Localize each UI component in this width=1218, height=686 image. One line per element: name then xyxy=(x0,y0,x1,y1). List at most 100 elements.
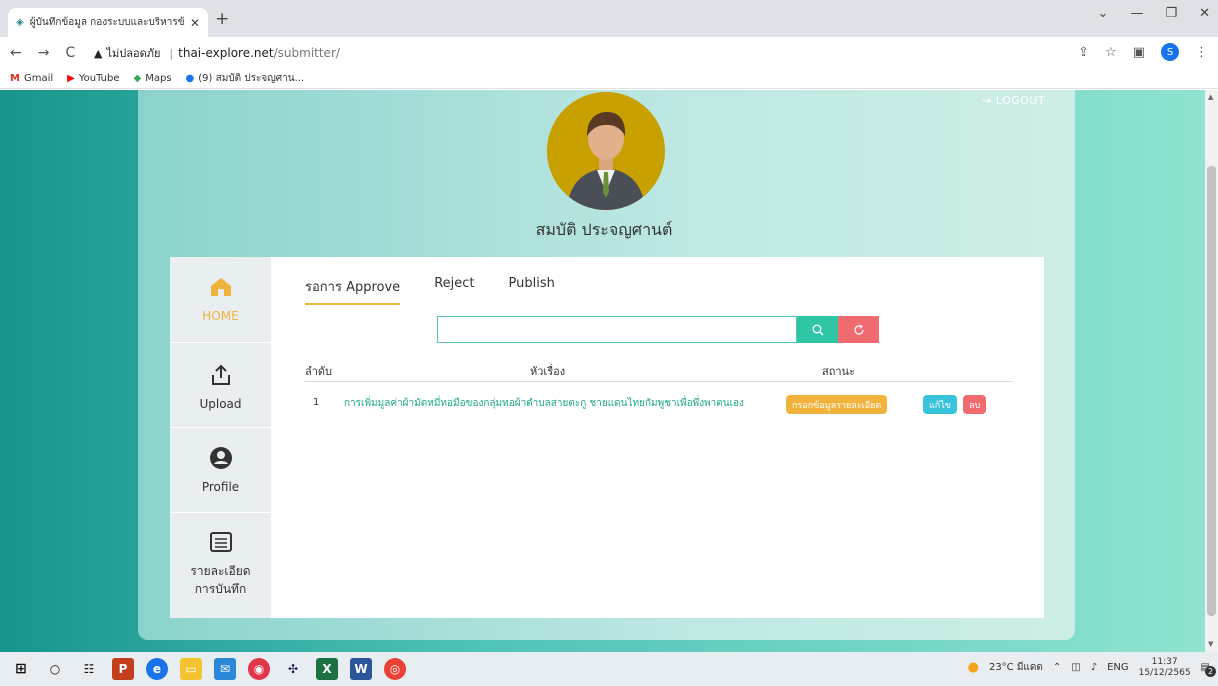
profile-avatar[interactable]: S xyxy=(1161,43,1179,61)
sidebar: HOME Upload Profile รายละเอียด การบันทึก xyxy=(170,257,271,618)
column-header-title: หัวเรื่อง xyxy=(530,365,566,378)
network-icon[interactable]: ◫ xyxy=(1071,662,1080,673)
file-explorer-icon[interactable]: ▭ xyxy=(180,658,202,680)
logout-label: LOGOUT xyxy=(995,94,1046,107)
bookmark-youtube[interactable]: ▶ YouTube xyxy=(67,73,119,84)
url-divider: | xyxy=(169,46,174,60)
sidebar-item-label: Upload xyxy=(199,397,242,411)
start-icon[interactable]: ⊞ xyxy=(10,658,32,680)
details-icon xyxy=(209,532,232,552)
task-view-icon[interactable]: ☷ xyxy=(78,658,100,680)
reload-button[interactable]: C xyxy=(65,45,75,61)
menu-kebab-icon[interactable]: ⋮ xyxy=(1195,45,1208,60)
edge-icon[interactable]: e xyxy=(146,658,168,680)
browser-tab-strip: ◈ ผู้บันทึกข้อมูล กองระบบและบริหารข้อมู … xyxy=(0,0,1218,37)
bookmark-maps[interactable]: ◆ Maps xyxy=(134,73,172,84)
tray-chevron-icon[interactable]: ⌃ xyxy=(1053,662,1061,673)
back-button[interactable]: ← xyxy=(10,45,22,61)
bookmark-facebook[interactable]: ● (9) สมบัติ ประจญศาน... xyxy=(186,71,305,86)
gmail-icon: M xyxy=(10,73,20,84)
sidebar-item-label: HOME xyxy=(202,309,239,323)
chrome-icon[interactable]: ◎ xyxy=(384,658,406,680)
sidebar-item-label: Profile xyxy=(201,480,240,494)
profile-icon xyxy=(209,447,232,469)
window-controls: ⌄ — ❐ ✕ xyxy=(1098,6,1210,21)
system-tray: ● 23°C มีแดด ⌃ ◫ ♪ ENG 11:37 15/12/2565 … xyxy=(968,657,1216,679)
bookmark-label: Maps xyxy=(145,73,172,84)
url-omnibox[interactable]: ▲ ไม่ปลอดภัย | thai-explore.net/submitte… xyxy=(94,41,1074,65)
edit-button[interactable]: แก้ไข xyxy=(923,395,957,414)
powerpoint-icon[interactable]: P xyxy=(112,658,134,680)
dropbox-icon[interactable]: ✣ xyxy=(282,658,304,680)
mail-icon[interactable]: ✉ xyxy=(214,658,236,680)
column-header-status: สถานะ xyxy=(822,365,855,378)
tab-reject[interactable]: Reject xyxy=(434,276,474,305)
row-index: 1 xyxy=(313,397,320,408)
store-icon[interactable]: ◉ xyxy=(248,658,270,680)
search-icon xyxy=(812,324,823,335)
minimize-button[interactable]: — xyxy=(1130,6,1143,21)
search-taskbar-icon[interactable]: ○ xyxy=(44,658,66,680)
scroll-thumb[interactable] xyxy=(1207,166,1216,616)
page-scrollbar[interactable]: ▲ ▼ xyxy=(1205,90,1218,652)
sidebar-item-profile[interactable]: Profile xyxy=(170,446,271,496)
refresh-icon xyxy=(853,323,864,335)
excel-icon[interactable]: X xyxy=(316,658,338,680)
sidebar-divider xyxy=(170,427,271,428)
volume-icon[interactable]: ♪ xyxy=(1091,662,1097,673)
logout-link[interactable]: ⇥ LOGOUT xyxy=(982,94,1045,107)
weather-label[interactable]: 23°C มีแดด xyxy=(989,660,1043,675)
sidebar-item-home[interactable]: HOME xyxy=(170,275,271,325)
word-icon[interactable]: W xyxy=(350,658,372,680)
column-header-index: ลำดับ xyxy=(305,365,333,378)
bookmark-label: Gmail xyxy=(23,73,54,84)
user-display-name: สมบัติ ประจญศานต์ xyxy=(535,220,673,239)
tab-pending-approve[interactable]: รอการ Approve xyxy=(305,276,401,305)
forward-button[interactable]: → xyxy=(38,45,50,61)
not-secure-icon: ▲ xyxy=(94,46,103,60)
close-tab-icon[interactable]: ✕ xyxy=(190,16,200,30)
side-panel-icon[interactable]: ▣ xyxy=(1133,45,1145,60)
status-badge[interactable]: กรอกข้อมูลรายละเอียด xyxy=(786,395,888,414)
clock-time: 11:37 xyxy=(1151,657,1178,667)
tab-publish[interactable]: Publish xyxy=(509,276,555,305)
table-header-divider xyxy=(305,381,1013,382)
status-tabs: รอการ Approve Reject Publish xyxy=(305,276,555,305)
url-path: /submitter/ xyxy=(273,46,340,60)
sidebar-item-upload[interactable]: Upload xyxy=(170,363,271,413)
search-input[interactable] xyxy=(437,316,797,343)
bookmarks-bar: M Gmail ▶ YouTube ◆ Maps ● (9) สมบัติ ประจญศ… xyxy=(0,69,1218,89)
sidebar-item-label: รายละเอียด การบันทึก xyxy=(190,564,251,596)
sidebar-divider xyxy=(170,512,271,513)
reset-button[interactable] xyxy=(838,316,879,343)
search-button[interactable] xyxy=(797,316,838,343)
logout-icon: ⇥ xyxy=(982,94,992,107)
businessman-avatar-icon xyxy=(547,92,665,210)
new-tab-button[interactable]: + xyxy=(215,9,229,29)
youtube-icon: ▶ xyxy=(67,73,75,84)
bookmark-label: YouTube xyxy=(78,73,120,84)
browser-tab[interactable]: ◈ ผู้บันทึกข้อมูล กองระบบและบริหารข้อมู … xyxy=(8,8,208,37)
maximize-button[interactable]: ❐ xyxy=(1165,6,1177,21)
tab-search-icon[interactable]: ⌄ xyxy=(1098,6,1109,21)
notification-icon[interactable]: ▤2 xyxy=(1201,662,1216,678)
taskbar-clock[interactable]: 11:37 15/12/2565 xyxy=(1139,657,1191,679)
scroll-up-icon[interactable]: ▲ xyxy=(1208,93,1213,101)
bookmark-gmail[interactable]: M Gmail xyxy=(10,73,53,84)
avatar xyxy=(547,92,665,210)
scroll-down-icon[interactable]: ▼ xyxy=(1208,640,1213,648)
bookmark-star-icon[interactable]: ☆ xyxy=(1105,45,1117,60)
language-indicator[interactable]: ENG xyxy=(1107,662,1129,673)
url-domain: thai-explore.net xyxy=(178,46,274,60)
sidebar-item-details[interactable]: รายละเอียด การบันทึก xyxy=(170,530,271,598)
facebook-icon: ● xyxy=(185,73,195,84)
site-favicon-icon: ◈ xyxy=(16,17,24,28)
upload-icon xyxy=(211,364,230,385)
share-icon[interactable]: ⇪ xyxy=(1078,45,1089,60)
sidebar-divider xyxy=(170,342,271,343)
delete-button[interactable]: ลบ xyxy=(963,395,987,414)
clock-date: 15/12/2565 xyxy=(1138,667,1191,678)
row-title-link[interactable]: การเพิ่มมูลค่าผ้ามัดหมี่ทอมือของกลุ่มทอผ… xyxy=(344,396,749,411)
close-window-button[interactable]: ✕ xyxy=(1199,6,1210,21)
bookmark-label: (9) สมบัติ ประจญศาน... xyxy=(198,73,305,84)
